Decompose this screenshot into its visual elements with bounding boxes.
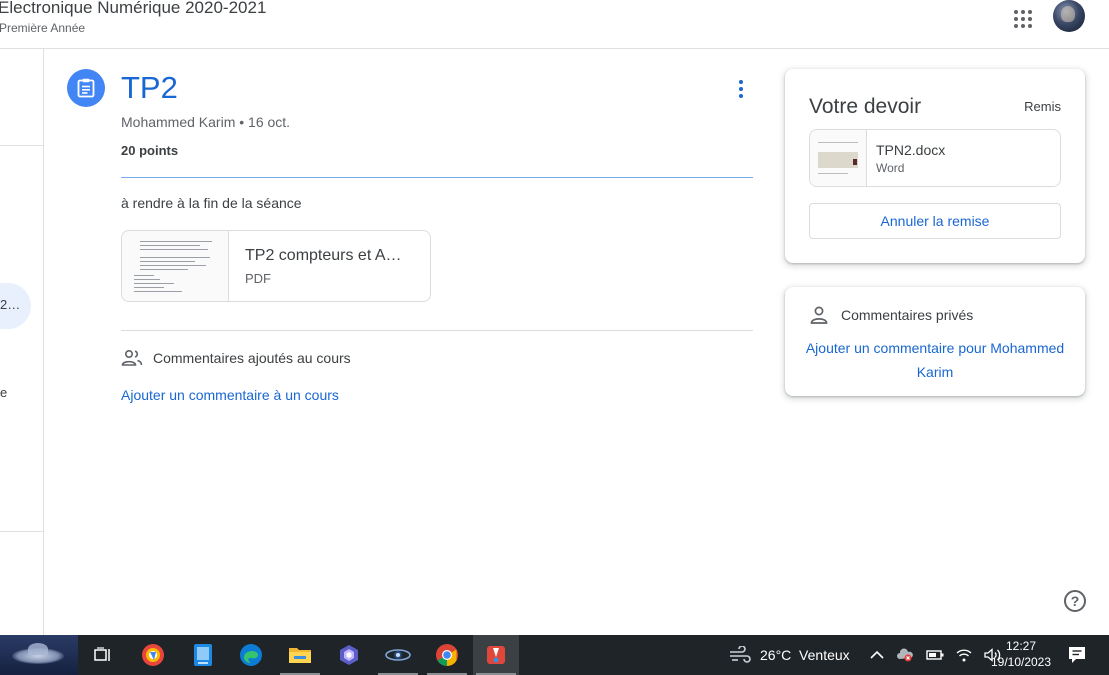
private-comments-card: Commentaires privés Ajouter un commentai…	[785, 287, 1085, 396]
more-options-icon[interactable]	[730, 78, 752, 100]
assignment-instructions: à rendre à la fin de la séance	[121, 195, 302, 211]
account-avatar[interactable]	[1053, 0, 1085, 32]
edge-icon[interactable]	[228, 635, 274, 675]
assignment-icon	[67, 69, 105, 107]
section-divider	[121, 330, 753, 331]
nav-divider	[0, 531, 43, 532]
submitted-file-type: Word	[876, 161, 905, 175]
taskbar: 26°C Venteux 12:27 19/10/2023	[0, 635, 1109, 675]
wifi-icon[interactable]	[956, 648, 972, 662]
unsubmit-button[interactable]: Annuler la remise	[809, 203, 1061, 239]
nav-item-active[interactable]: 2…	[0, 283, 31, 329]
left-navigation: 2… e	[0, 49, 44, 635]
course-section: Première Année	[0, 21, 86, 35]
people-icon	[121, 349, 143, 366]
classroom-window: Electronique Numérique 2020-2021 Premièr…	[0, 0, 1109, 675]
header-divider	[121, 177, 753, 178]
snip-icon[interactable]	[473, 635, 519, 675]
class-comments-heading: Commentaires ajoutés au cours	[121, 349, 351, 367]
clock-time: 12:27	[1005, 639, 1037, 653]
top-bar: Electronique Numérique 2020-2021 Premièr…	[0, 0, 1109, 49]
browser-icon[interactable]	[130, 635, 176, 675]
class-comments-title: Commentaires ajoutés au cours	[153, 350, 351, 366]
cloud-sync-icon[interactable]	[896, 648, 914, 662]
system-tray	[870, 635, 1002, 675]
assignment-points: 20 points	[121, 143, 179, 158]
apps-grid-icon[interactable]	[1008, 4, 1034, 30]
weather-widget[interactable]: 26°C Venteux	[728, 635, 850, 675]
weather-text: 26°C Venteux	[760, 647, 850, 663]
assignment-author-date: Mohammed Karim • 16 oct.	[121, 114, 291, 130]
submission-status: Remis	[1024, 99, 1061, 114]
folder-icon[interactable]	[277, 635, 323, 675]
task-view-icon[interactable]	[80, 635, 126, 675]
add-private-comment-link[interactable]: Ajouter un commentaire pour Mohammed Kar…	[805, 336, 1065, 384]
nav-item-label[interactable]: e	[0, 385, 7, 400]
battery-icon[interactable]	[926, 649, 944, 661]
course-title[interactable]: Electronique Numérique 2020-2021	[0, 0, 266, 18]
your-work-card: Votre devoir Remis TPN2.docx Word Annule…	[785, 69, 1085, 263]
app-icon[interactable]	[375, 635, 421, 675]
submitted-file-name: TPN2.docx	[876, 142, 946, 158]
system-clock[interactable]: 12:27 19/10/2023	[988, 638, 1054, 670]
file-icon[interactable]	[180, 635, 226, 675]
private-comments-heading: Commentaires privés	[809, 306, 973, 324]
attachment-name: TP2 compteurs et A…	[245, 247, 402, 264]
person-icon	[810, 306, 828, 324]
add-class-comment-link[interactable]: Ajouter un commentaire à un cours	[121, 387, 339, 403]
your-work-title: Votre devoir	[809, 95, 922, 118]
word-thumbnail	[810, 130, 867, 186]
pdf-thumbnail	[122, 231, 229, 301]
chevron-up-icon[interactable]	[870, 650, 884, 660]
copilot-icon[interactable]	[326, 635, 372, 675]
start-button[interactable]	[0, 635, 78, 675]
chrome-icon[interactable]	[424, 635, 470, 675]
notification-icon[interactable]	[1064, 643, 1090, 667]
private-comments-title: Commentaires privés	[841, 307, 974, 323]
assignment-title: TP2	[121, 70, 178, 105]
help-icon[interactable]: ?	[1064, 590, 1086, 612]
submitted-file-card[interactable]: TPN2.docx Word	[809, 129, 1061, 187]
attachment-card[interactable]: TP2 compteurs et A… PDF	[121, 230, 431, 302]
nav-divider	[0, 145, 43, 146]
clock-date: 19/10/2023	[990, 655, 1052, 669]
attachment-type: PDF	[245, 271, 271, 286]
wind-icon	[730, 646, 751, 663]
